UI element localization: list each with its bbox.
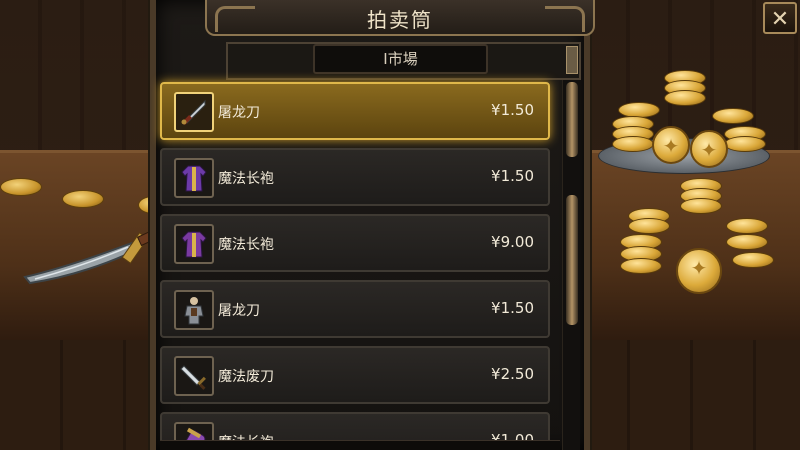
item-name: 屠龙刀 [218,105,260,121]
scrollbar-thumb[interactable] [566,195,578,325]
armor-figure-icon [174,290,214,330]
item-price: ¥9.00 [491,233,534,251]
coin-icon [62,190,104,208]
item-name: 魔法长袍 [218,171,274,187]
tab-bar-handle[interactable] [566,46,578,74]
coin-icon [0,178,42,196]
panel-bottom-edge [160,440,560,450]
list-item[interactable]: 魔法长袍 ¥9.00 [160,214,550,272]
list-item[interactable]: 屠龙刀 ¥1.50 [160,280,550,338]
dragon-blade-icon [23,225,168,285]
robe-icon [174,158,214,198]
scrollbar-thumb-top[interactable] [566,82,578,157]
list-item[interactable]: 魔法长袍 ¥1.50 [160,148,550,206]
item-price: ¥1.50 [491,101,534,119]
item-price: ¥1.50 [491,299,534,317]
item-name: 魔法废刀 [218,369,274,385]
item-name: 屠龙刀 [218,303,260,319]
list-item[interactable]: 魔法废刀 ¥2.50 [160,346,550,404]
item-price: ¥2.50 [491,365,534,383]
window-title: 拍卖筒 [367,8,433,32]
tab-market[interactable]: I市場 [313,44,488,74]
dagger-icon [174,356,214,396]
robe-icon [174,224,214,264]
item-name: 魔法长袍 [218,237,274,253]
item-price: ¥1.50 [491,167,534,185]
close-button[interactable]: ✕ [763,2,797,34]
sword-icon [174,92,214,132]
list-item[interactable]: 屠龙刀 ¥1.50 [160,82,550,140]
